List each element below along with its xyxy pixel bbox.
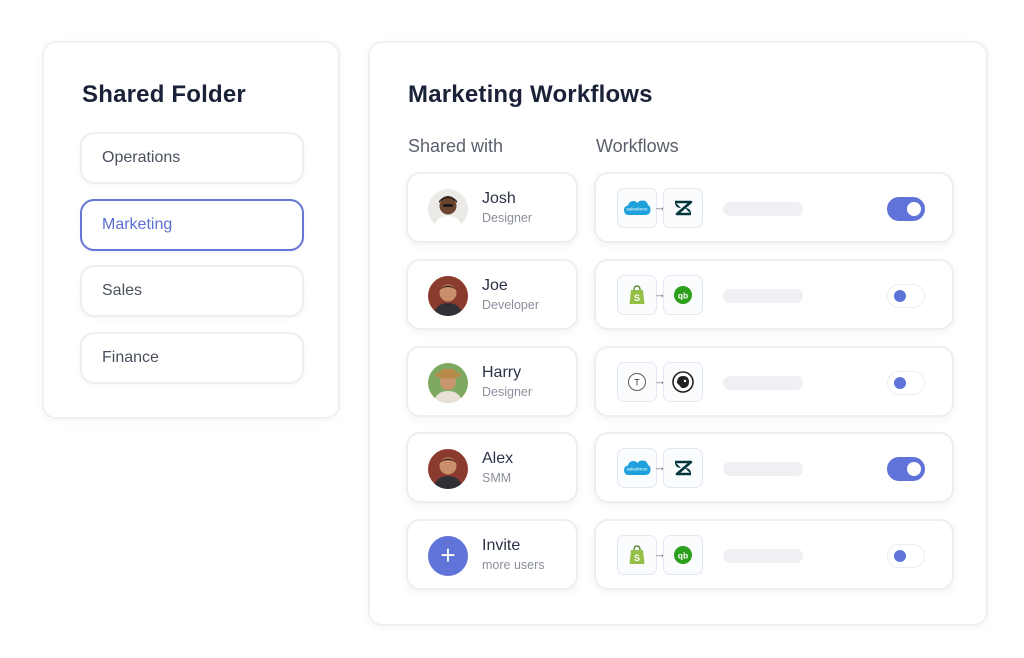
shared-folder-title: Shared Folder — [82, 81, 246, 108]
zendesk-icon — [663, 448, 703, 488]
workflows-title: Marketing Workflows — [408, 81, 653, 108]
avatar — [428, 189, 468, 229]
folder-item-operations[interactable]: Operations — [80, 132, 304, 184]
folder-item-sales[interactable]: Sales — [80, 265, 304, 317]
invite-sublabel: more users — [482, 558, 545, 572]
salesforce-wordmark: salesforce — [627, 467, 648, 472]
folder-item-finance[interactable]: Finance — [80, 332, 304, 384]
user-role: Designer — [482, 385, 533, 399]
shopify-icon: S — [617, 275, 657, 315]
workflow-row[interactable]: T → — [594, 346, 954, 417]
folder-item-label: Sales — [102, 282, 143, 299]
avatar — [428, 363, 468, 403]
user-card-alex[interactable]: Alex SMM — [406, 432, 578, 503]
salesforce-icon: salesforce — [617, 448, 657, 488]
mailchimp-icon — [663, 362, 703, 402]
typeform-wordmark: T — [634, 378, 640, 388]
quickbooks-wordmark: qb — [678, 551, 688, 561]
typeform-icon: T — [617, 362, 657, 402]
user-role: Designer — [482, 211, 533, 225]
workflow-name-placeholder — [723, 202, 803, 216]
user-role: SMM — [482, 471, 512, 485]
workflow-row[interactable]: S → qb — [594, 519, 954, 590]
avatar — [428, 276, 468, 316]
workflow-toggle[interactable] — [887, 544, 925, 568]
plus-icon[interactable]: + — [428, 536, 468, 576]
user-card-josh[interactable]: Josh Designer — [406, 172, 578, 243]
marketing-workflows-panel: Marketing Workflows Shared with Workflow… — [368, 41, 988, 626]
invite-users-card[interactable]: + Invite more users — [406, 519, 578, 590]
invite-label: Invite — [482, 537, 521, 554]
svg-text:S: S — [634, 293, 640, 303]
workflow-name-placeholder — [723, 376, 803, 390]
user-card-joe[interactable]: Joe Developer — [406, 259, 578, 330]
avatar — [428, 449, 468, 489]
user-name: Josh — [482, 190, 516, 207]
workflows-header: Workflows — [596, 136, 679, 156]
quickbooks-wordmark: qb — [678, 291, 688, 301]
workflow-row[interactable]: S → qb — [594, 259, 954, 330]
user-name: Alex — [482, 450, 514, 467]
user-role: Developer — [482, 298, 539, 312]
folder-item-label: Marketing — [102, 216, 173, 233]
workflow-toggle[interactable] — [887, 284, 925, 308]
workflow-row[interactable]: salesforce → — [594, 432, 954, 503]
toggle-knob — [907, 202, 921, 216]
workflow-row[interactable]: salesforce → — [594, 172, 954, 243]
folder-item-marketing[interactable]: Marketing — [80, 199, 304, 251]
zendesk-icon — [663, 188, 703, 228]
salesforce-wordmark: salesforce — [627, 207, 648, 212]
workflow-name-placeholder — [723, 549, 803, 563]
toggle-knob — [894, 550, 906, 562]
toggle-knob — [894, 377, 906, 389]
shopify-icon: S — [617, 535, 657, 575]
shared-folder-panel: Shared Folder Operations Marketing Sales… — [42, 41, 340, 419]
workflow-toggle[interactable] — [887, 197, 925, 221]
quickbooks-icon: qb — [663, 275, 703, 315]
toggle-knob — [894, 290, 906, 302]
toggle-knob — [907, 462, 921, 476]
quickbooks-icon: qb — [663, 535, 703, 575]
user-card-harry[interactable]: Harry Designer — [406, 346, 578, 417]
workflow-name-placeholder — [723, 289, 803, 303]
folder-item-label: Operations — [102, 149, 181, 166]
workflow-name-placeholder — [723, 462, 803, 476]
workflow-toggle[interactable] — [887, 457, 925, 481]
user-name: Joe — [482, 277, 508, 294]
user-name: Harry — [482, 364, 522, 381]
salesforce-icon: salesforce — [617, 188, 657, 228]
shared-with-header: Shared with — [408, 136, 504, 156]
svg-text:S: S — [634, 553, 640, 563]
workflow-toggle[interactable] — [887, 371, 925, 395]
folder-item-label: Finance — [102, 349, 159, 366]
